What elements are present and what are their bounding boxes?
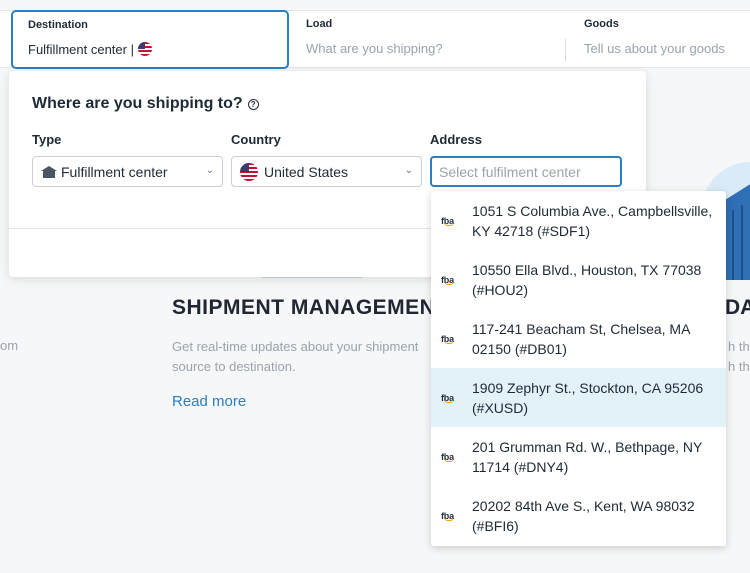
address-option[interactable]: fba 201 Grumman Rd. W., Bethpage, NY 117…: [431, 427, 726, 486]
load-placeholder: What are you shipping?: [306, 41, 443, 56]
destination-field[interactable]: Destination Fulfillment center |: [11, 10, 289, 69]
chevron-down-icon: ⌄: [205, 165, 214, 176]
destination-value: Fulfillment center |: [28, 42, 152, 57]
destination-label: Destination: [28, 19, 88, 31]
section-heading-right: DAT: [725, 296, 750, 319]
country-select[interactable]: United States ⌄: [231, 156, 422, 187]
panel-divider: [9, 228, 430, 229]
load-field[interactable]: Load What are you shipping?: [306, 11, 556, 69]
goods-label: Goods: [584, 18, 619, 30]
fba-icon: fba: [441, 329, 454, 349]
address-option-highlighted[interactable]: fba 1909 Zephyr St., Stockton, CA 95206 …: [431, 368, 726, 427]
section-heading: SHIPMENT MANAGEMENT: [172, 296, 449, 319]
panel-title: Where are you shipping to??: [32, 95, 259, 113]
load-label: Load: [306, 18, 333, 30]
chevron-down-icon: ⌄: [404, 165, 413, 176]
section-description: Get real-time updates about your shipmen…: [172, 339, 419, 374]
address-option[interactable]: fba 20202 84th Ave S., Kent, WA 98032 (#…: [431, 486, 726, 545]
address-option[interactable]: fba 1051 S Columbia Ave., Campbellsville…: [431, 191, 726, 250]
divider: [565, 39, 566, 61]
type-label: Type: [32, 132, 62, 147]
warehouse-icon: [41, 165, 57, 178]
help-icon[interactable]: ?: [247, 99, 259, 110]
fba-icon: fba: [441, 270, 454, 290]
type-select[interactable]: Fulfillment center ⌄: [32, 156, 223, 187]
us-flag-icon: [137, 42, 152, 56]
address-label: Address: [430, 132, 483, 147]
background-text-fragment: om: [0, 338, 19, 353]
address-dropdown: fba 1051 S Columbia Ave., Campbellsville…: [431, 191, 726, 546]
type-select-value: Fulfillment center: [61, 163, 168, 180]
country-select-value: United States: [264, 163, 349, 180]
fba-icon: fba: [441, 211, 454, 231]
shipment-search-bar: Destination Fulfillment center | Load Wh…: [0, 10, 750, 69]
address-input[interactable]: [430, 156, 622, 187]
address-option[interactable]: fba 117-241 Beacham St, Chelsea, MA 0215…: [431, 309, 726, 368]
fba-icon: fba: [441, 388, 454, 408]
goods-field[interactable]: Goods Tell us about your goods: [584, 11, 750, 69]
address-option[interactable]: fba 10550 Ella Blvd., Houston, TX 77038 …: [431, 250, 726, 309]
section-description-right: h the h the: [728, 339, 750, 374]
read-more-link[interactable]: Read more: [172, 393, 246, 410]
us-flag-icon: [240, 162, 258, 181]
country-label: Country: [231, 132, 281, 147]
goods-placeholder: Tell us about your goods: [584, 41, 725, 56]
fba-icon: fba: [441, 506, 454, 526]
fba-icon: fba: [441, 447, 454, 467]
